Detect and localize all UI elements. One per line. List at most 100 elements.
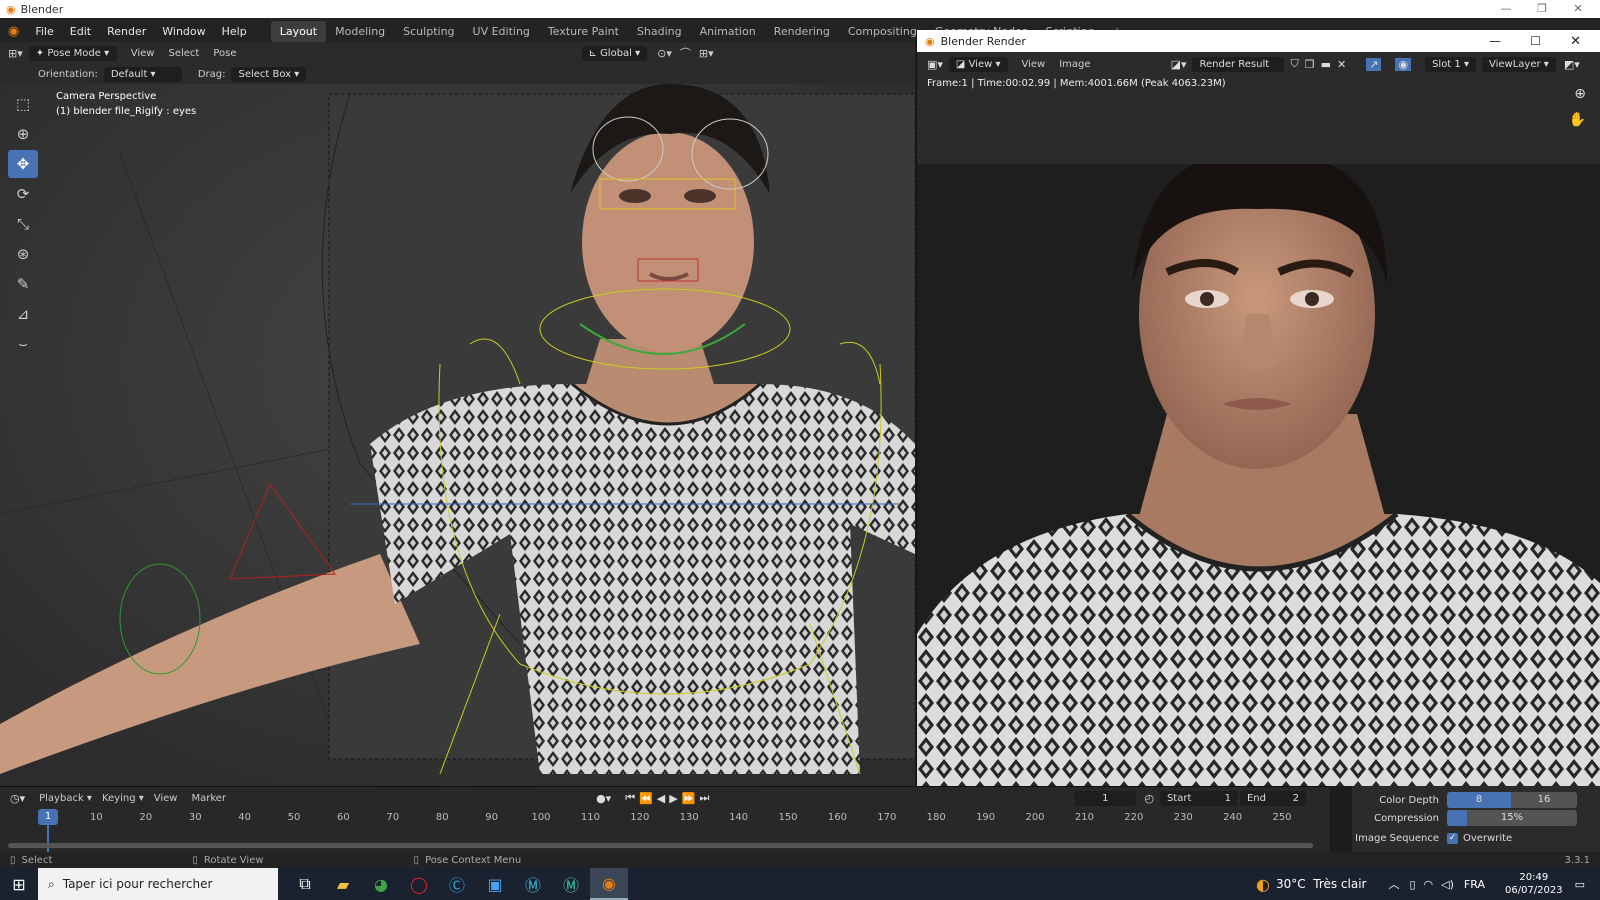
language-indicator[interactable]: FRA [1464, 878, 1485, 891]
task-view-icon[interactable]: ⧉ [286, 868, 324, 900]
app-m-blue-icon[interactable]: Ⓜ [514, 868, 552, 900]
pose-relax-icon[interactable]: ⌣ [8, 330, 38, 358]
unlink-image-icon[interactable]: ✕ [1337, 58, 1346, 71]
orientation-dropdown[interactable]: Default ▾ [103, 66, 182, 82]
viewport-menu-view[interactable]: View [131, 48, 155, 59]
menu-render[interactable]: Render [99, 25, 154, 38]
close-icon[interactable]: ✕ [1570, 34, 1581, 49]
frame-ruler[interactable]: 1102030405060708090100110120130140150160… [0, 809, 1330, 829]
tab-modeling[interactable]: Modeling [326, 21, 394, 42]
preview-range-icon[interactable]: ◴ [1144, 792, 1154, 805]
clock[interactable]: 20:49 06/07/2023 [1505, 871, 1563, 897]
volume-icon[interactable]: ◁) [1441, 878, 1454, 891]
current-frame-field[interactable]: 1 [1074, 790, 1137, 806]
restore-icon[interactable]: ❐ [1524, 0, 1560, 18]
tab-uv-editing[interactable]: UV Editing [464, 21, 539, 42]
drag-dropdown[interactable]: Select Box ▾ [231, 66, 307, 82]
windows-start-icon[interactable]: ⊞ [0, 868, 38, 900]
tab-rendering[interactable]: Rendering [765, 21, 839, 42]
view-mode-dropdown[interactable]: ◪ View ▾ [948, 56, 1008, 72]
viewport-menu-pose[interactable]: Pose [213, 48, 236, 59]
timeline-menu-playback[interactable]: Playback ▾ [39, 793, 92, 804]
overlay-icon[interactable]: ◉ [1395, 57, 1412, 71]
transform-orientation-dropdown[interactable]: ⊾ Global ▾ [581, 45, 648, 61]
taskbar-search-box[interactable]: ⌕ Taper ici pour rechercher [38, 868, 278, 900]
color-depth-8-button[interactable]: 8 [1447, 792, 1511, 808]
timeline-menu-keying[interactable]: Keying ▾ [102, 793, 144, 804]
pivot-icon[interactable]: ⊙▾ [657, 47, 672, 60]
menu-edit[interactable]: Edit [62, 25, 99, 38]
view-layer-dropdown[interactable]: ViewLayer ▾ [1481, 56, 1556, 72]
render-menu-image[interactable]: Image [1059, 59, 1090, 70]
image-name-field[interactable]: Render Result [1192, 56, 1285, 72]
tab-compositing[interactable]: Compositing [839, 21, 926, 42]
jump-keyframe-back-icon[interactable]: ⏪ [639, 792, 653, 805]
compression-slider[interactable]: 15% [1447, 810, 1577, 826]
minimize-icon[interactable]: — [1488, 0, 1524, 18]
timeline-menu-marker[interactable]: Marker [191, 793, 226, 804]
play-icon[interactable]: ▶ [669, 792, 677, 805]
overwrite-checkbox[interactable]: ✓ [1447, 832, 1458, 844]
battery-icon[interactable]: ▯ [1409, 878, 1415, 891]
app-m-green-icon[interactable]: Ⓜ [552, 868, 590, 900]
viewport-menu-select[interactable]: Select [168, 48, 199, 59]
snap-icon[interactable]: ⌒ [680, 45, 691, 61]
mode-dropdown[interactable]: ✦ Pose Mode ▾ [28, 45, 117, 61]
weather-text[interactable]: 30°C Très clair [1276, 877, 1367, 891]
jump-end-icon[interactable]: ⏭ [699, 791, 709, 805]
tab-sculpting[interactable]: Sculpting [394, 21, 463, 42]
timeline-scrollbar[interactable] [8, 843, 1313, 848]
playhead[interactable]: 1 [38, 809, 58, 825]
gizmo-icon[interactable]: ↗ [1366, 57, 1382, 71]
blender-taskbar-icon[interactable]: ◉ [590, 868, 628, 900]
editor-type-icon[interactable]: ▣▾ [927, 58, 943, 71]
render-menu-view[interactable]: View [1022, 59, 1046, 70]
tab-texture-paint[interactable]: Texture Paint [539, 21, 628, 42]
3d-viewport[interactable]: Camera Perspective (1) blender file_Rigi… [0, 84, 915, 786]
cursor-icon[interactable]: ⊕ [8, 120, 38, 148]
tray-chevron-icon[interactable]: ︿ [1388, 876, 1399, 892]
close-icon[interactable]: ✕ [1560, 0, 1596, 18]
timeline-menu-view[interactable]: View [154, 793, 178, 804]
start-frame-field[interactable]: Start 1 [1159, 790, 1238, 806]
opera-icon[interactable]: ◯ [400, 868, 438, 900]
color-depth-16-button[interactable]: 16 [1511, 792, 1577, 808]
open-image-icon[interactable]: ▬ [1321, 58, 1331, 71]
play-reverse-icon[interactable]: ◀ [657, 792, 665, 805]
slot-dropdown[interactable]: Slot 1 ▾ [1425, 56, 1476, 72]
editor-type-icon[interactable]: ◷▾ [10, 792, 25, 805]
annotate-icon[interactable]: ✎ [8, 270, 38, 298]
editor-type-icon[interactable]: ⊞▾ [8, 47, 23, 60]
select-box-icon[interactable]: ⬚ [8, 90, 38, 118]
jump-keyframe-forward-icon[interactable]: ⏩ [682, 792, 696, 805]
menu-window[interactable]: Window [154, 25, 213, 38]
measure-icon[interactable]: ⊿ [8, 300, 38, 328]
move-icon[interactable]: ✥ [8, 150, 38, 178]
menu-help[interactable]: Help [214, 25, 255, 38]
store-icon[interactable]: ▣ [476, 868, 514, 900]
wifi-icon[interactable]: ◠ [1424, 878, 1434, 891]
jump-start-icon[interactable]: ⏮ [625, 791, 635, 805]
browse-image-icon[interactable]: ◪▾ [1171, 58, 1187, 71]
snap-target-icon[interactable]: ⊞▾ [699, 47, 714, 60]
end-frame-field[interactable]: End 2 [1239, 790, 1306, 806]
zoom-icon[interactable]: ⊕ [1574, 86, 1586, 102]
maximize-icon[interactable]: ☐ [1530, 34, 1541, 48]
pan-hand-icon[interactable]: ✋ [1569, 112, 1586, 128]
minimize-icon[interactable]: — [1489, 34, 1501, 48]
menu-file[interactable]: File [27, 25, 61, 38]
blender-menu-icon[interactable]: ◉ [0, 24, 27, 39]
file-explorer-icon[interactable]: ▰ [324, 868, 362, 900]
rotate-icon[interactable]: ⟳ [8, 180, 38, 208]
auto-keying-icon[interactable]: ●▾ [596, 792, 611, 805]
new-image-icon[interactable]: ❐ [1305, 58, 1315, 71]
transform-icon[interactable]: ⊛ [8, 240, 38, 268]
notifications-icon[interactable]: ▭ [1575, 878, 1585, 891]
tab-animation[interactable]: Animation [691, 21, 765, 42]
tab-shading[interactable]: Shading [628, 21, 691, 42]
fake-user-icon[interactable]: ⛉ [1290, 57, 1298, 71]
cortana-app-icon[interactable]: Ⓒ [438, 868, 476, 900]
chrome-icon[interactable]: ◕ [362, 868, 400, 900]
display-channels-icon[interactable]: ◩▾ [1564, 58, 1580, 71]
tab-layout[interactable]: Layout [270, 20, 327, 42]
